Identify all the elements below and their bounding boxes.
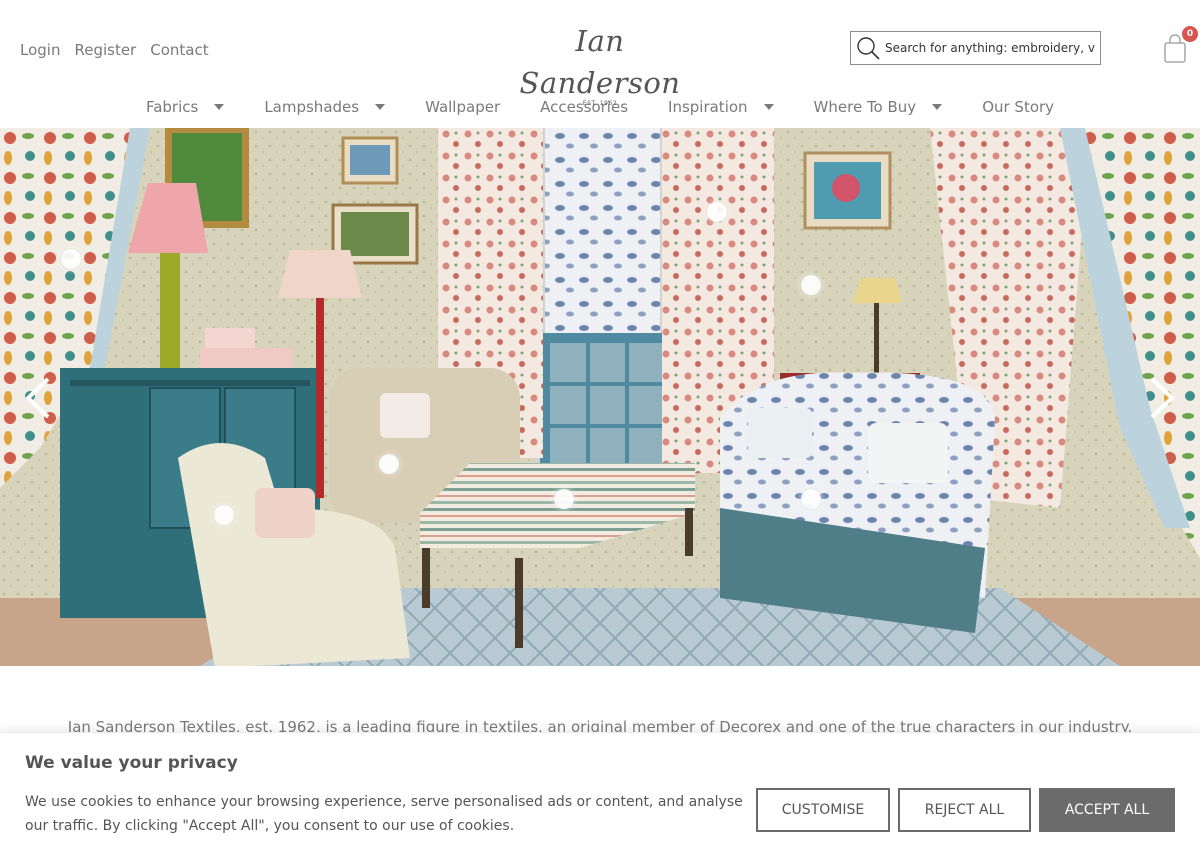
chevron-right-icon [1150, 377, 1175, 419]
nav-item-wallpaper[interactable]: Wallpaper [425, 94, 500, 120]
cookie-text: We use cookies to enhance your browsing … [25, 794, 743, 834]
reject-all-button[interactable]: REJECT ALL [898, 788, 1031, 832]
customise-button[interactable]: CUSTOMISE [756, 788, 890, 832]
site-header: Login Register Contact Ian Sanderson EST… [0, 0, 1200, 128]
nav-item-inspiration[interactable]: Inspiration [668, 94, 774, 120]
nav-item-fabrics[interactable]: Fabrics [145, 94, 225, 120]
nav-item-lampshades[interactable]: Lampshades [264, 94, 386, 120]
caret-down-icon [763, 104, 774, 110]
hero-slider [0, 128, 1200, 666]
search-box [850, 31, 1101, 65]
nav-item-label: Lampshades [264, 98, 360, 116]
search-input[interactable] [885, 41, 1095, 55]
hotspot-marker[interactable] [707, 202, 727, 222]
main-nav: Fabrics Lampshades Wallpaper Accessories… [0, 94, 1200, 120]
hotspot-marker[interactable] [61, 249, 81, 269]
nav-item-where-to-buy[interactable]: Where To Buy [814, 94, 943, 120]
login-link[interactable]: Login [20, 41, 60, 59]
cookie-title: We value your privacy [25, 753, 238, 773]
nav-item-our-story[interactable]: Our Story [982, 94, 1054, 120]
caret-down-icon [932, 104, 943, 110]
chevron-left-icon [25, 377, 50, 419]
hotspot-marker[interactable] [801, 275, 821, 295]
hotspot-marker[interactable] [379, 454, 399, 474]
hero-room-image [0, 128, 1200, 666]
account-links: Login Register Contact [20, 41, 209, 59]
logo-wordmark: Ian Sanderson [519, 24, 681, 100]
search-icon[interactable] [851, 32, 885, 64]
shopping-bag-icon [1162, 34, 1188, 70]
nav-item-label: Inspiration [668, 98, 748, 116]
cart-count-badge: 0 [1182, 26, 1198, 42]
nav-item-label: Fabrics [145, 98, 199, 116]
site-logo[interactable]: Ian Sanderson EST. 1962 [510, 20, 690, 107]
nav-item-accessories[interactable]: Accessories [540, 94, 628, 120]
contact-link[interactable]: Contact [150, 41, 208, 59]
nav-item-label: Accessories [540, 98, 629, 116]
hotspot-marker[interactable] [554, 489, 574, 509]
hotspot-marker[interactable] [214, 505, 234, 525]
nav-item-label: Our Story [982, 98, 1055, 116]
nav-item-label: Wallpaper [425, 98, 501, 116]
cookie-banner: We value your privacy We use cookies to … [0, 732, 1200, 850]
register-link[interactable]: Register [74, 41, 136, 59]
slider-prev-button[interactable] [18, 376, 58, 420]
nav-item-label: Where To Buy [813, 98, 917, 116]
accept-all-button[interactable]: ACCEPT ALL [1039, 788, 1175, 832]
cart-button[interactable]: 0 [1162, 26, 1198, 70]
caret-down-icon [214, 104, 225, 110]
slider-next-button[interactable] [1142, 376, 1182, 420]
caret-down-icon [375, 104, 386, 110]
hotspot-marker[interactable] [801, 489, 821, 509]
